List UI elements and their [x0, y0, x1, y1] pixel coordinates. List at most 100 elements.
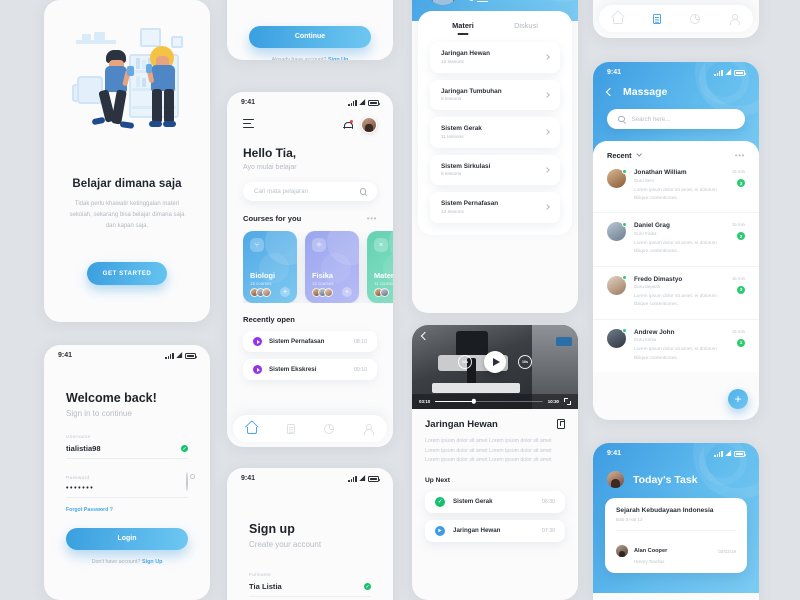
password-field[interactable]: Password •••••••	[66, 472, 188, 498]
fullname-field[interactable]: Fullname Tia Listia ✓	[249, 573, 371, 597]
message-preview: Lorem ipsum dolor sit amet, ei dolorum t…	[634, 347, 717, 361]
toggle-password-visibility-icon[interactable]	[186, 472, 188, 491]
wifi-icon: ◢	[359, 98, 365, 106]
notification-dot	[349, 119, 353, 123]
username-valid-icon: ✓	[181, 445, 188, 452]
tab-materi[interactable]: Materi	[452, 21, 474, 35]
course-card-list[interactable]: ⑂ Biologi 15 courses + ⚛ Fisika 12 cours…	[243, 231, 393, 303]
tab-stats[interactable]	[689, 13, 701, 25]
tab-courses[interactable]	[651, 13, 663, 25]
online-indicator	[621, 275, 627, 281]
signal-icon	[165, 352, 174, 359]
video-progress-bar[interactable]: 03:10 10:30	[412, 394, 578, 409]
rewind-10s-icon[interactable]: 10s	[458, 355, 472, 369]
video-duration: 10:30	[547, 399, 559, 404]
forgot-password-link[interactable]: Forgot Password ?	[66, 507, 113, 513]
message-sender-role: Guru Seni	[634, 177, 654, 183]
course-add-member-icon[interactable]: +	[280, 287, 290, 297]
tab-profile[interactable]	[362, 423, 374, 436]
bookmark-icon[interactable]	[557, 419, 565, 429]
chat-link[interactable]: Chat	[469, 0, 534, 2]
signup-link[interactable]: Sign Up	[142, 559, 162, 565]
recent-item[interactable]: Sistem Ekskresi 09:10	[243, 359, 377, 380]
material-item[interactable]: Jaringan Tumbuhan 8 lessons	[430, 79, 560, 110]
back-icon[interactable]	[605, 87, 615, 97]
onboarding-subtitle: Tidak perlu khawatir ketinggalan materi …	[69, 201, 185, 230]
video-back-icon[interactable]	[420, 331, 430, 341]
play-button[interactable]	[484, 351, 506, 373]
massage-more-icon[interactable]: •••	[735, 151, 745, 159]
up-next-item-time: 06:30	[542, 498, 555, 505]
recent-item[interactable]: Sistem Pernafasan 08:10	[243, 331, 377, 352]
continue-signup-link[interactable]: Sign Up	[328, 57, 348, 60]
message-item[interactable]: Daniel Grag Guru Fisika Lorem ipsum dolo…	[593, 213, 759, 267]
tab-stats[interactable]	[323, 423, 335, 435]
signup-title: Sign up	[249, 522, 295, 536]
signal-icon	[348, 99, 357, 106]
status-time: 9:41	[241, 99, 256, 106]
course-add-member-icon[interactable]: +	[342, 287, 352, 297]
courses-more-icon[interactable]: •••	[367, 214, 377, 222]
fullscreen-icon[interactable]	[564, 398, 571, 405]
material-item[interactable]: Sistem Sirkulasi 6 lessons	[430, 154, 560, 185]
material-lessons: 10 lessons	[441, 59, 464, 65]
search-input[interactable]: Cari mata pelajaran	[243, 182, 377, 201]
recent-filter[interactable]: Recent	[607, 151, 642, 160]
course-card[interactable]: ⑂ Biologi 15 courses +	[243, 231, 297, 303]
video-player[interactable]: 10s 10s 03:10 10:30	[412, 325, 578, 409]
tab-courses[interactable]	[285, 423, 297, 435]
message-time: 15 min	[731, 169, 745, 174]
onboarding-title: Belajar dimana saja	[72, 178, 182, 190]
get-started-button[interactable]: GET STARTED	[87, 262, 167, 286]
up-next-item-time: 07:30	[542, 527, 555, 534]
video-seek-track[interactable]	[435, 399, 543, 404]
unread-badge: 3	[737, 179, 745, 187]
up-next-item[interactable]: ✓ Sistem Gerak 06:30	[425, 490, 565, 513]
tab-diskusi[interactable]: Diskusi	[514, 21, 538, 35]
course-icon: ⚛	[312, 238, 326, 252]
course-detail-tabs[interactable]: Materi Diskusi	[418, 21, 572, 35]
completed-icon: ✓	[435, 496, 445, 507]
new-message-fab[interactable]: +	[728, 389, 748, 409]
forward-10s-icon[interactable]: 10s	[518, 355, 532, 369]
unread-badge: 1	[737, 338, 745, 347]
message-item[interactable]: Jonathan William Guru Seni Lorem ipsum d…	[593, 160, 759, 214]
todays-task-title: Today's Task	[633, 473, 698, 486]
search-icon	[359, 188, 366, 195]
avatar	[607, 275, 627, 295]
fullname-value: Tia Listia	[249, 582, 282, 591]
video-seek-handle[interactable]	[471, 399, 477, 404]
avatar[interactable]	[361, 117, 377, 133]
chevron-right-icon	[544, 204, 550, 211]
username-label: Username	[66, 435, 91, 440]
screen-video-lesson: 10s 10s 03:10 10:30 Jaringan Hewan Lorem…	[412, 325, 578, 600]
message-item[interactable]: Fredo Dimastyo Guru Sejarah Lorem ipsum …	[593, 267, 759, 320]
task-card[interactable]: Sejarah Kebudayaan Indonesia Bab 3 Hal 1…	[605, 498, 747, 573]
material-item[interactable]: Sistem Pernafasan 13 lessons	[430, 192, 560, 223]
notification-bell-icon[interactable]	[343, 119, 353, 130]
material-item[interactable]: Jaringan Hewan 10 lessons	[430, 42, 560, 73]
bottom-tab-bar[interactable]	[599, 5, 753, 32]
tab-home[interactable]	[612, 13, 624, 25]
bottom-tab-bar[interactable]	[233, 415, 387, 442]
massage-search-input[interactable]: Search here...	[607, 109, 745, 129]
signal-icon	[348, 475, 357, 482]
continue-button[interactable]: Continue	[249, 26, 371, 48]
course-card[interactable]: ⚛ Fisika 12 courses +	[305, 231, 359, 303]
battery-icon	[368, 100, 381, 106]
tab-profile[interactable]	[728, 13, 740, 26]
course-card[interactable]: × Matematika 11 courses +	[367, 231, 393, 303]
status-bar: 9:41 ◢	[227, 92, 393, 108]
message-item[interactable]: Andrew John Guru Kimia Lorem ipsum dolor…	[593, 320, 759, 372]
up-next-item[interactable]: ► Jaringan Hewan 07:30	[425, 519, 565, 542]
online-indicator	[621, 221, 627, 227]
username-field[interactable]: Username tialistia98 ✓	[66, 435, 188, 459]
battery-icon	[734, 451, 747, 457]
screen-signup: 9:41 ◢ Sign up Create your account Fulln…	[227, 468, 393, 600]
menu-icon[interactable]	[243, 119, 254, 131]
material-item[interactable]: Sistem Gerak 11 lessons	[430, 117, 560, 148]
avatar[interactable]	[607, 471, 624, 488]
tab-home[interactable]	[246, 423, 258, 435]
login-button[interactable]: Login	[66, 528, 188, 550]
play-icon	[253, 337, 262, 346]
